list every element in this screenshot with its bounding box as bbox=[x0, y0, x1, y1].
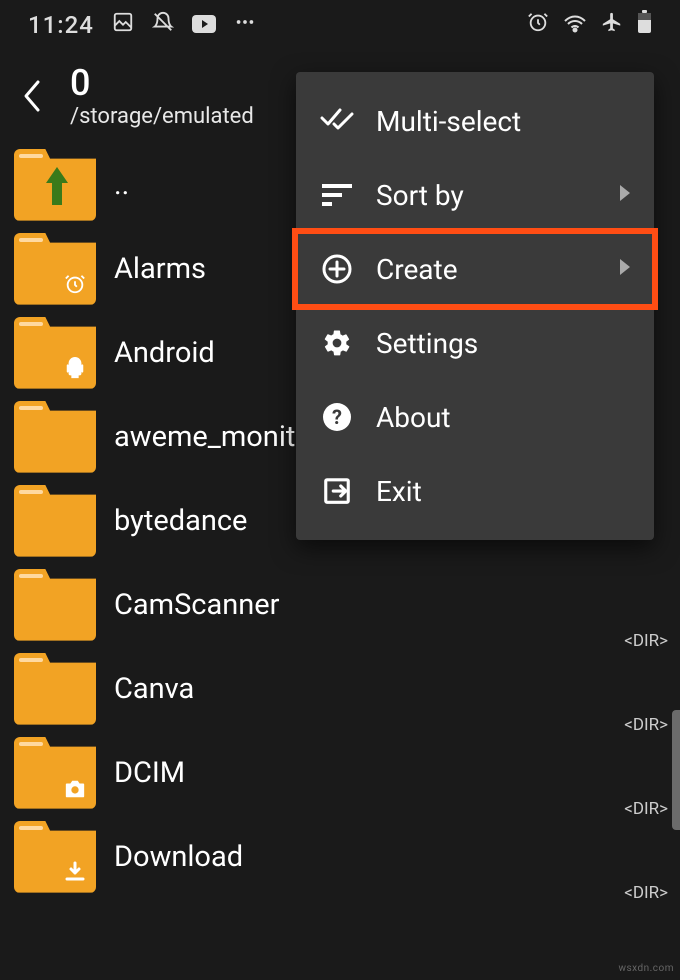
airplane-icon bbox=[601, 11, 623, 39]
file-label: CamScanner bbox=[114, 588, 668, 622]
folder-icon bbox=[14, 317, 96, 389]
menu-label: Create bbox=[376, 253, 598, 286]
folder-up-icon bbox=[14, 149, 96, 221]
popup-menu: Multi-select Sort by Create Settings ? A… bbox=[296, 72, 654, 540]
folder-icon bbox=[14, 821, 96, 893]
file-label: Canva bbox=[114, 672, 668, 706]
picture-icon bbox=[112, 11, 134, 39]
camera-icon bbox=[64, 779, 86, 799]
status-right bbox=[527, 10, 652, 40]
menu-exit[interactable]: Exit bbox=[296, 454, 654, 528]
status-bar: 11:24 bbox=[0, 0, 680, 50]
multiselect-icon bbox=[320, 104, 354, 138]
about-icon: ? bbox=[320, 400, 354, 434]
list-item[interactable]: DCIM <DIR> bbox=[0, 731, 680, 815]
android-icon bbox=[64, 357, 86, 379]
watermark: wsxdn.com bbox=[618, 963, 674, 974]
sort-icon bbox=[320, 178, 354, 212]
menu-label: Settings bbox=[376, 327, 630, 360]
menu-label: About bbox=[376, 401, 630, 434]
more-horiz-icon bbox=[234, 11, 256, 39]
menu-about[interactable]: ? About bbox=[296, 380, 654, 454]
folder-icon bbox=[14, 485, 96, 557]
menu-label: Exit bbox=[376, 475, 630, 508]
alarm-icon bbox=[527, 11, 549, 39]
download-icon bbox=[64, 861, 86, 883]
folder-icon bbox=[14, 569, 96, 641]
folder-icon bbox=[14, 653, 96, 725]
svg-text:?: ? bbox=[332, 405, 342, 429]
chevron-right-icon bbox=[620, 259, 630, 279]
wifi-icon bbox=[563, 11, 587, 39]
folder-icon bbox=[14, 401, 96, 473]
folder-icon bbox=[14, 233, 96, 305]
gear-icon bbox=[320, 326, 354, 360]
chevron-left-icon bbox=[22, 78, 44, 114]
menu-label: Sort by bbox=[376, 179, 598, 212]
back-button[interactable] bbox=[18, 76, 48, 116]
exit-icon bbox=[320, 474, 354, 508]
menu-label: Multi-select bbox=[376, 105, 630, 138]
dir-tag: <DIR> bbox=[624, 883, 668, 903]
menu-settings[interactable]: Settings bbox=[296, 306, 654, 380]
notifications-off-icon bbox=[152, 11, 174, 39]
clock-icon bbox=[64, 273, 86, 295]
menu-sortby[interactable]: Sort by bbox=[296, 158, 654, 232]
status-time: 11:24 bbox=[28, 11, 94, 39]
create-icon bbox=[320, 252, 354, 286]
file-label: DCIM bbox=[114, 756, 668, 790]
scrollbar-thumb[interactable] bbox=[672, 710, 680, 830]
file-label: Download bbox=[114, 840, 668, 874]
menu-create[interactable]: Create bbox=[296, 232, 654, 306]
list-item[interactable]: CamScanner <DIR> bbox=[0, 563, 680, 647]
chevron-right-icon bbox=[620, 185, 630, 205]
folder-icon bbox=[14, 737, 96, 809]
list-item[interactable]: Canva <DIR> bbox=[0, 647, 680, 731]
list-item[interactable]: Download <DIR> bbox=[0, 815, 680, 899]
youtube-icon bbox=[192, 11, 216, 39]
battery-icon bbox=[637, 10, 652, 40]
menu-multiselect[interactable]: Multi-select bbox=[296, 84, 654, 158]
status-left: 11:24 bbox=[28, 11, 256, 39]
